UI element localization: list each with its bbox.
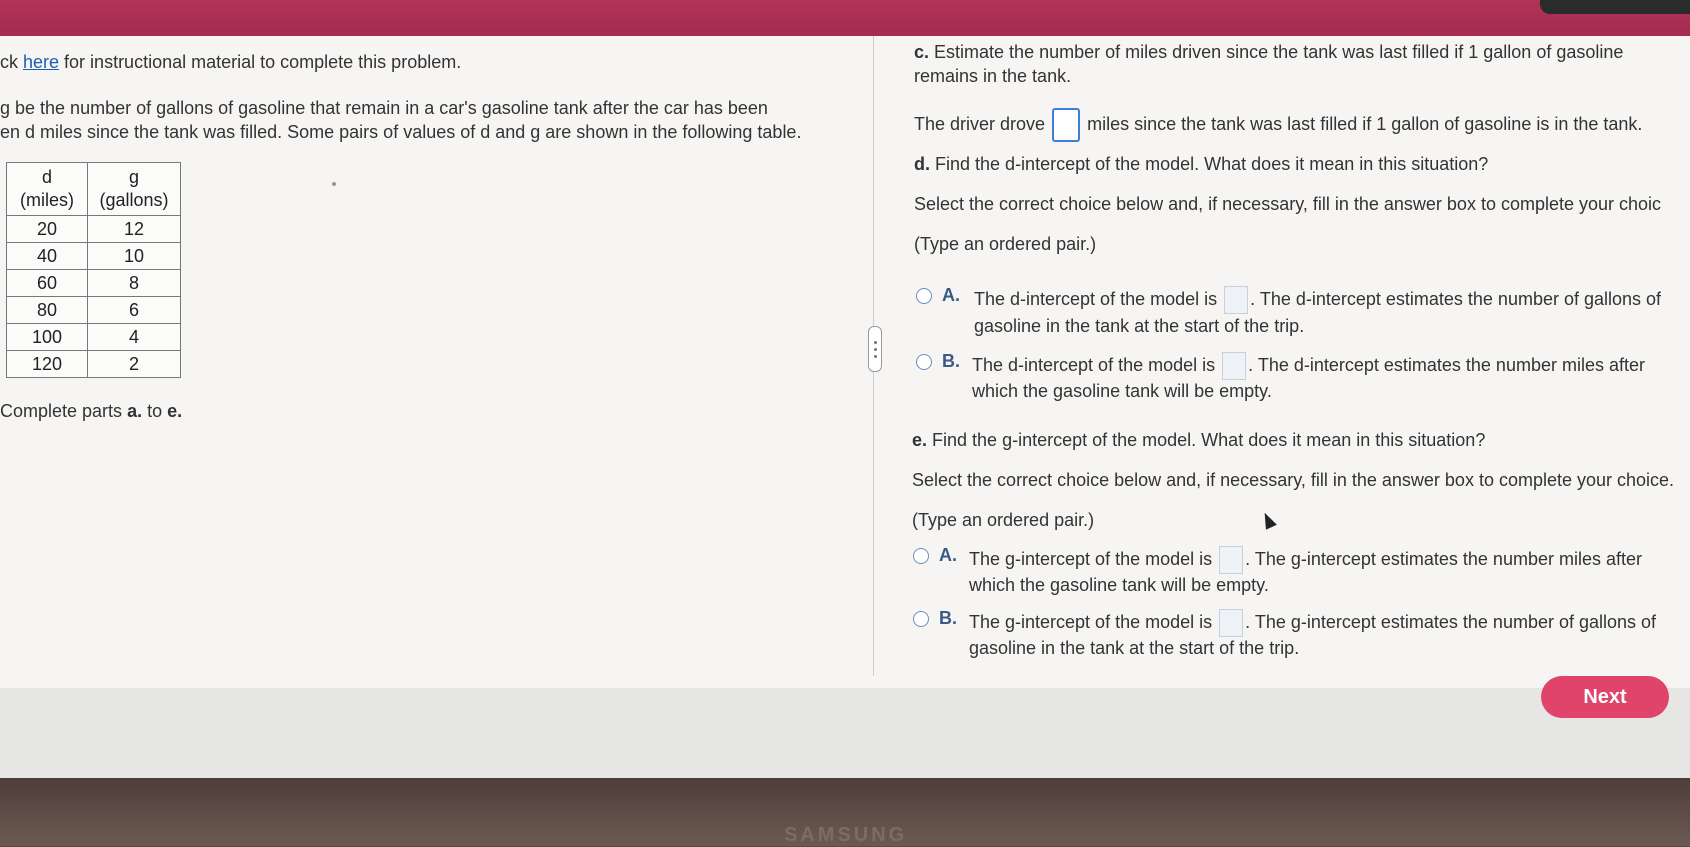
part-d-choice-b-radio[interactable] — [916, 354, 932, 370]
part-e-choice-a-text-line-2: which the gasoline tank will be empty. — [969, 575, 1269, 595]
part-e-hint: (Type an ordered pair.) — [912, 510, 1095, 530]
table-row: 120 2 — [6, 350, 181, 378]
instructional-material-link[interactable]: here — [23, 52, 59, 72]
cell-g: 12 — [87, 215, 181, 243]
stray-mark — [332, 182, 336, 186]
g-intercept-answer-input-b[interactable] — [1219, 609, 1244, 638]
part-d-choice-a-letter: A. — [942, 285, 960, 305]
part-e-choice-b-text-line-2: gasoline in the tank at the start of the… — [969, 638, 1300, 658]
cell-d: 80 — [6, 296, 88, 324]
table-row: 60 8 — [6, 269, 181, 297]
part-e-choice-a-radio[interactable] — [913, 548, 929, 564]
cell-g: 10 — [87, 242, 181, 270]
top-corner-tab — [1540, 0, 1690, 14]
table-row: 20 12 — [6, 215, 181, 243]
d-intercept-answer-input-b[interactable] — [1222, 352, 1247, 381]
definition-line-2: en d miles since the tank was filled. So… — [0, 122, 802, 142]
g-intercept-answer-input-a[interactable] — [1219, 546, 1244, 575]
cell-g: 8 — [87, 269, 181, 297]
instruction-line: ck here for instructional material to co… — [0, 52, 461, 73]
cell-d: 120 — [6, 350, 88, 378]
table-row: 40 10 — [6, 242, 181, 270]
part-e-instructions: Select the correct choice below and, if … — [912, 470, 1675, 490]
cell-g: 2 — [87, 350, 181, 378]
mouse-cursor-icon — [1259, 510, 1277, 530]
footer-bar — [0, 688, 1690, 778]
miles-answer-input[interactable] — [1052, 108, 1081, 142]
table-header-row: d (miles) g (gallons) — [6, 162, 181, 216]
part-e-choice-a-letter: A. — [939, 545, 957, 565]
part-d-hint: (Type an ordered pair.) — [914, 234, 1097, 254]
part-c-answer-line: The driver drove miles since the tank wa… — [914, 108, 1642, 142]
part-d-question: d. Find the d-intercept of the model. Wh… — [914, 154, 1489, 174]
part-e-question: e. Find the g-intercept of the model. Wh… — [912, 430, 1486, 450]
header-g: g (gallons) — [87, 162, 181, 216]
part-d-choice-a-text[interactable]: The d-intercept of the model is . The d-… — [974, 286, 1661, 315]
monitor-brand-logo: SAMSUNG — [784, 824, 908, 846]
cell-g: 4 — [87, 323, 181, 351]
part-c-question-line-1: c. Estimate the number of miles driven s… — [914, 42, 1624, 62]
part-d-choice-b-letter: B. — [942, 351, 960, 371]
part-e-choice-b-letter: B. — [939, 608, 957, 628]
definition-line-1: g be the number of gallons of gasoline t… — [0, 98, 768, 118]
cell-d: 40 — [6, 242, 88, 270]
part-c-question-line-2: remains in the tank. — [914, 66, 1072, 86]
complete-parts-text: Complete parts a. to e. — [0, 401, 183, 421]
header-d: d (miles) — [6, 162, 88, 216]
cell-d: 60 — [6, 269, 88, 297]
table-row: 100 4 — [6, 323, 181, 351]
part-d-choice-a-text-line-2: gasoline in the tank at the start of the… — [974, 316, 1305, 336]
part-d-instructions: Select the correct choice below and, if … — [914, 194, 1662, 214]
part-e-choice-b-text[interactable]: The g-intercept of the model is . The g-… — [969, 609, 1656, 638]
panel-resize-handle[interactable] — [868, 326, 882, 372]
next-button[interactable]: Next — [1541, 676, 1669, 718]
monitor-bezel: SAMSUNG — [0, 778, 1690, 846]
part-d-choice-b-text-line-2: which the gasoline tank will be empty. — [972, 381, 1272, 401]
intro-suffix: for instructional material to complete t… — [59, 52, 462, 72]
table-row: 80 6 — [6, 296, 181, 324]
cell-g: 6 — [87, 296, 181, 324]
data-table: d (miles) g (gallons) 20 12 40 10 60 8 80 6 10… — [6, 162, 181, 378]
d-intercept-answer-input-a[interactable] — [1224, 286, 1249, 315]
cell-d: 20 — [6, 215, 88, 243]
browser-top-bar — [0, 0, 1690, 36]
part-e-choice-b-radio[interactable] — [913, 611, 929, 627]
intro-prefix: ck — [0, 52, 24, 72]
part-d-choice-b-text[interactable]: The d-intercept of the model is . The d-… — [972, 352, 1645, 381]
part-d-choice-a-radio[interactable] — [916, 288, 932, 304]
problem-screen: ck here for instructional material to co… — [0, 36, 1690, 778]
part-e-choice-a-text[interactable]: The g-intercept of the model is . The g-… — [969, 546, 1642, 575]
cell-d: 100 — [6, 323, 88, 351]
